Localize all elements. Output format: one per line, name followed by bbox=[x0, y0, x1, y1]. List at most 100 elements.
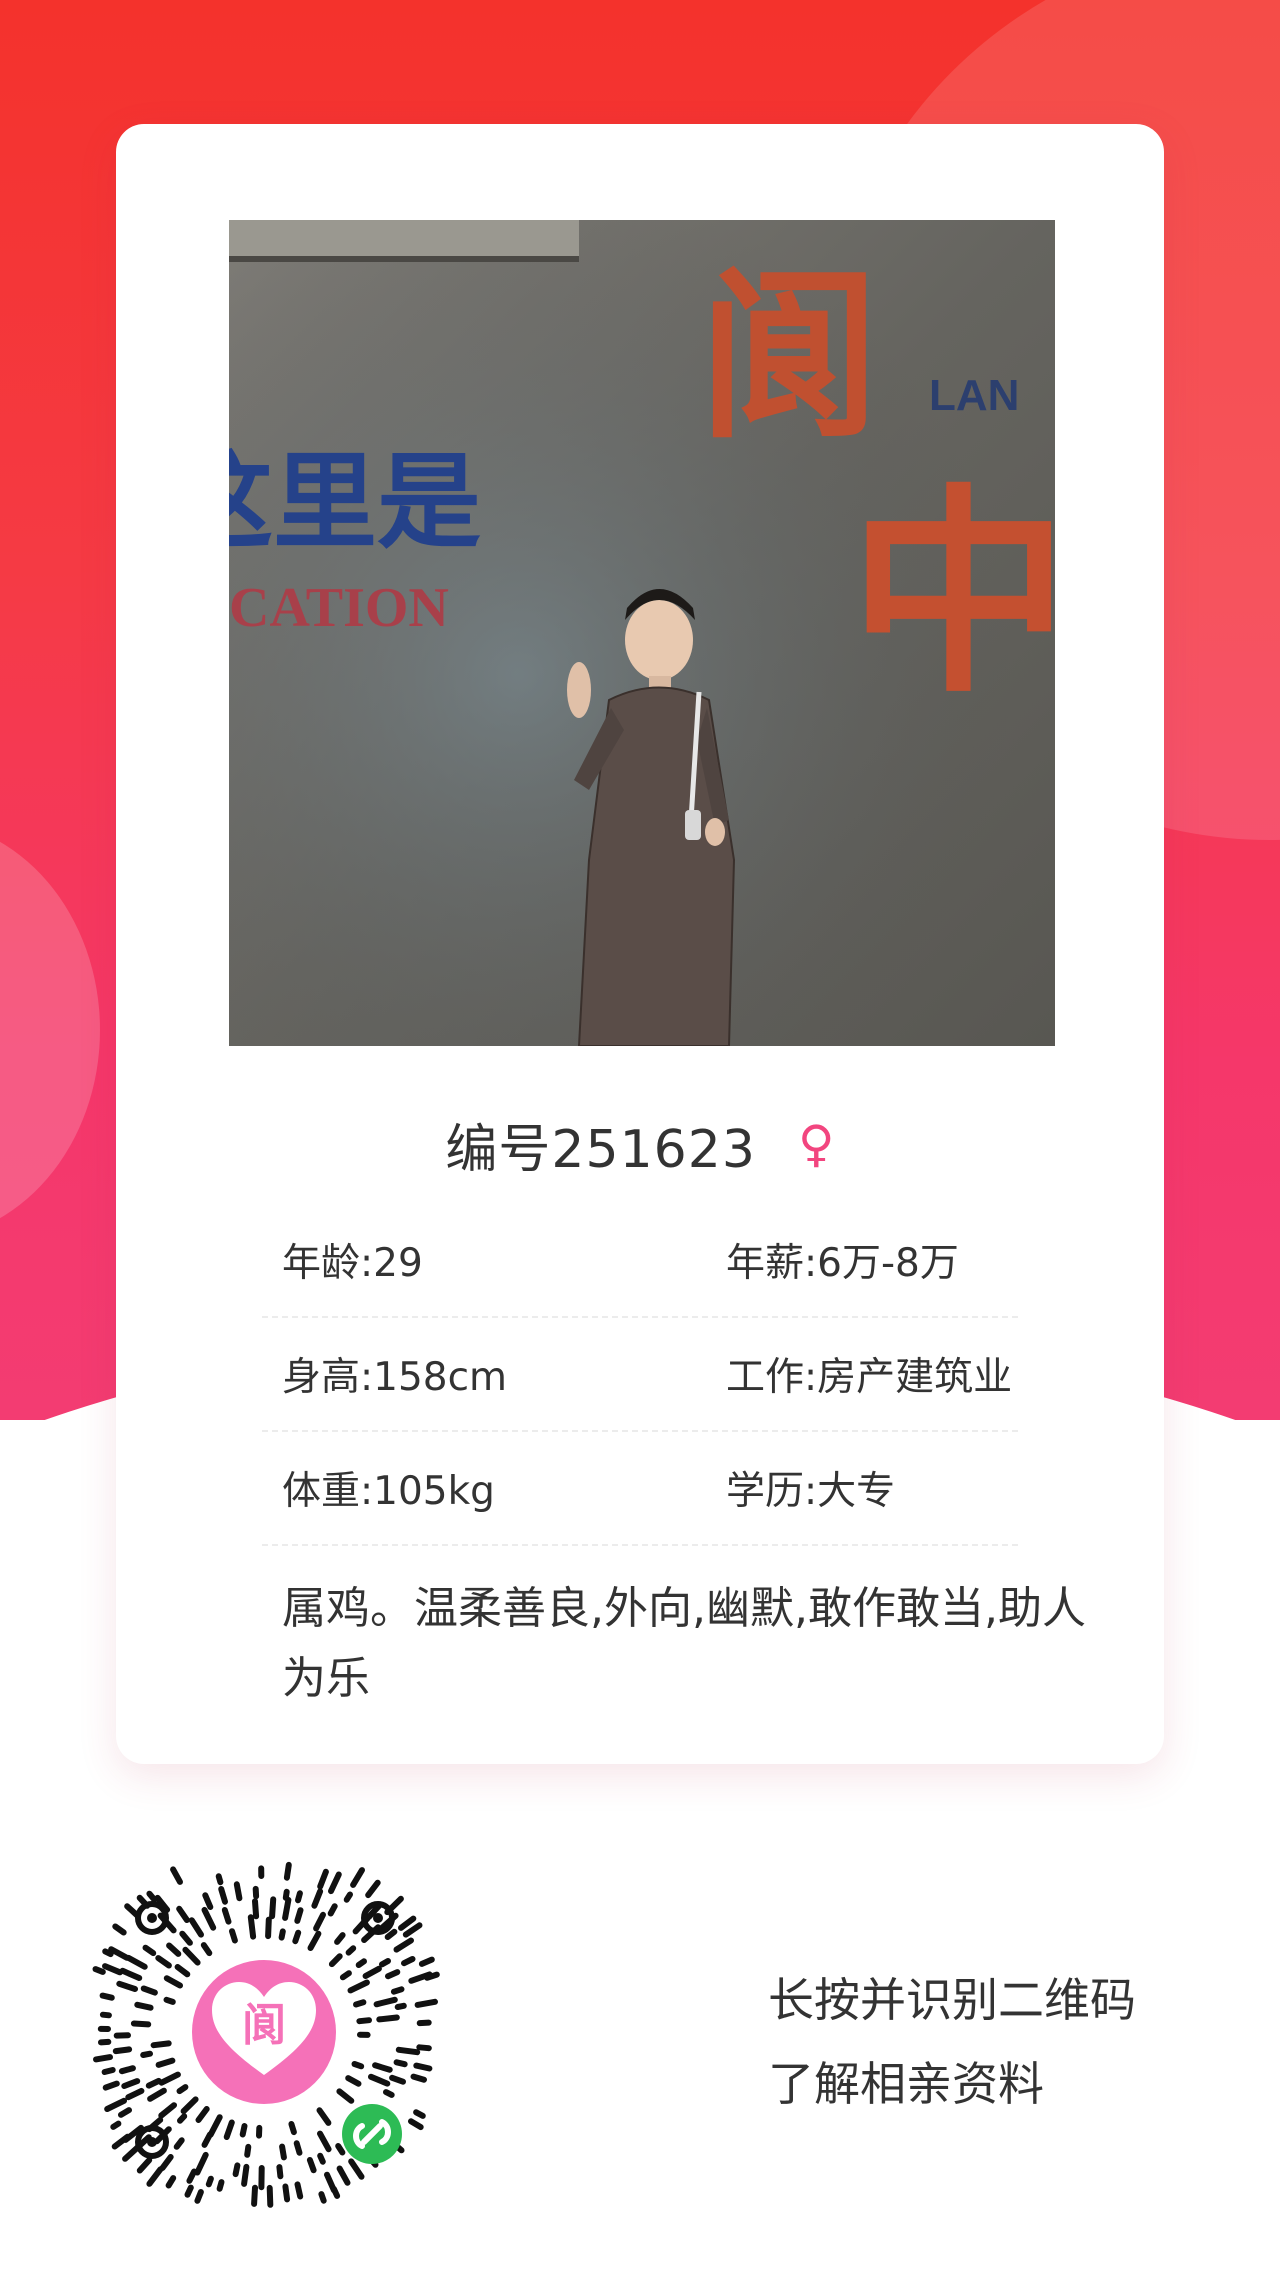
qr-tick bbox=[150, 2040, 172, 2049]
qr-tick bbox=[194, 2189, 204, 2204]
profile-title-row: 编号251623 ♀ bbox=[116, 1104, 1164, 1184]
qr-tick bbox=[372, 2062, 393, 2073]
qr-tick bbox=[328, 1953, 343, 1968]
mini-program-qr-code[interactable]: 阆 bbox=[86, 1850, 446, 2210]
qr-tick bbox=[394, 2002, 407, 2010]
qr-tick bbox=[311, 1888, 324, 1909]
qr-tick bbox=[395, 2046, 421, 2056]
qr-tick bbox=[424, 1971, 440, 1981]
qr-tick bbox=[353, 1999, 367, 2008]
qr-tick bbox=[188, 1917, 204, 1938]
qr-tick bbox=[376, 2014, 400, 2023]
qr-tick bbox=[155, 2057, 176, 2068]
qr-tick bbox=[393, 2059, 408, 2068]
qr-tick bbox=[306, 2157, 317, 2174]
profile-description: 属鸡。温柔善良,外向,幽默,敢作敢当,助人为乐 bbox=[282, 1583, 1086, 1704]
qr-tick bbox=[184, 2184, 194, 2198]
qr-tick bbox=[239, 2123, 248, 2138]
qr-tick bbox=[146, 1890, 158, 1903]
qr-tick bbox=[140, 1985, 158, 1996]
qr-tick bbox=[142, 1944, 157, 1957]
salary-field: 年薪:6万-8万 bbox=[726, 1241, 959, 1286]
qr-tick bbox=[355, 1958, 367, 1968]
qr-tick bbox=[368, 2073, 391, 2087]
qr-tick bbox=[383, 2089, 395, 2098]
qr-tick bbox=[327, 1903, 338, 1917]
qr-tick bbox=[384, 1928, 398, 1940]
qr-tick bbox=[92, 1966, 106, 1975]
qr-tick bbox=[121, 2078, 141, 2089]
qr-tick bbox=[269, 1896, 277, 1920]
qr-tick bbox=[176, 2084, 189, 2095]
info-row: 体重:105kg 学历:大专 bbox=[262, 1432, 1018, 1546]
education-field: 学历:大专 bbox=[726, 1469, 896, 1514]
qr-tick bbox=[174, 1964, 191, 1978]
qr-tick bbox=[293, 2140, 303, 2156]
qr-tick bbox=[145, 2077, 162, 2089]
qr-tick bbox=[195, 2106, 210, 2123]
qr-tick bbox=[389, 2074, 406, 2085]
qr-tick bbox=[414, 1998, 438, 2008]
qr-tick bbox=[295, 1890, 303, 1904]
profile-card: 阆 LAN 这里是 CATION 中 编号251623 ♀ bbox=[116, 124, 1164, 1764]
qr-tick bbox=[176, 1905, 190, 1923]
qr-tick bbox=[282, 2183, 291, 2203]
wall-text-english-top: LAN bbox=[929, 371, 1019, 420]
qr-tick bbox=[251, 2184, 258, 2207]
qr-tick bbox=[288, 2121, 297, 2136]
wall-text-left: 这里是 bbox=[229, 441, 481, 563]
qr-tick bbox=[215, 1873, 224, 1886]
qr-tick bbox=[182, 1946, 201, 1966]
qr-tick bbox=[233, 1881, 243, 1902]
qr-tick bbox=[307, 1930, 322, 1951]
qr-tick bbox=[93, 2054, 113, 2063]
qr-tick bbox=[408, 2118, 424, 2131]
qr-tick bbox=[418, 1956, 435, 1967]
qr-tick bbox=[266, 2184, 274, 2208]
qr-tick bbox=[122, 2145, 140, 2162]
qr-tick bbox=[205, 2175, 214, 2188]
qr-tick bbox=[102, 1963, 123, 1976]
qr-tick bbox=[413, 2062, 433, 2072]
qr-tick bbox=[111, 2133, 131, 2150]
wall-text-big-right: 中 bbox=[849, 466, 1055, 722]
qr-tick bbox=[390, 1986, 405, 1995]
qr-tick bbox=[331, 2186, 341, 2199]
qr-tick bbox=[218, 1886, 228, 1905]
qr-tick bbox=[101, 2067, 116, 2075]
qr-tick bbox=[282, 1888, 290, 1901]
qr-tick bbox=[282, 1896, 292, 1921]
qr-tick bbox=[416, 2019, 432, 2027]
qr-tick bbox=[173, 2137, 185, 2150]
qr-tick bbox=[278, 1928, 286, 1941]
qr-tick bbox=[401, 1956, 416, 1967]
qr-tick bbox=[166, 1942, 182, 1957]
qr-instruction-line-1: 长按并识别二维码 bbox=[768, 1973, 1136, 2027]
qr-tick bbox=[116, 1980, 138, 1992]
qr-tick bbox=[125, 1954, 148, 1970]
qr-tick bbox=[292, 1929, 302, 1945]
qr-tick bbox=[140, 2050, 153, 2058]
qr-tick bbox=[398, 1915, 417, 1931]
qr-tick bbox=[393, 1937, 414, 1953]
qr-tick bbox=[362, 1965, 382, 1979]
qr-tick bbox=[158, 2102, 177, 2119]
profile-photo[interactable]: 阆 LAN 这里是 CATION 中 bbox=[229, 220, 1055, 1046]
qr-tick bbox=[180, 2096, 199, 2115]
qr-tick bbox=[194, 2151, 209, 2176]
qr-tick bbox=[99, 2011, 112, 2019]
weight-field: 体重:105kg bbox=[282, 1469, 495, 1514]
qr-tick bbox=[163, 1975, 183, 1989]
qr-tick bbox=[179, 1930, 193, 1946]
qr-tick bbox=[125, 2087, 145, 2101]
qr-tick bbox=[170, 1866, 183, 1885]
qr-tick bbox=[316, 2107, 332, 2126]
qr-tick bbox=[345, 2075, 362, 2087]
qr-tick bbox=[328, 1871, 342, 1895]
qr-tick bbox=[279, 2143, 287, 2161]
qr-tick bbox=[313, 1911, 326, 1932]
qr-tick bbox=[347, 1979, 370, 1994]
qr-tick bbox=[416, 2044, 432, 2052]
photo-illustration: 阆 LAN 这里是 CATION 中 bbox=[229, 220, 1055, 1046]
qr-tick bbox=[410, 2073, 427, 2083]
